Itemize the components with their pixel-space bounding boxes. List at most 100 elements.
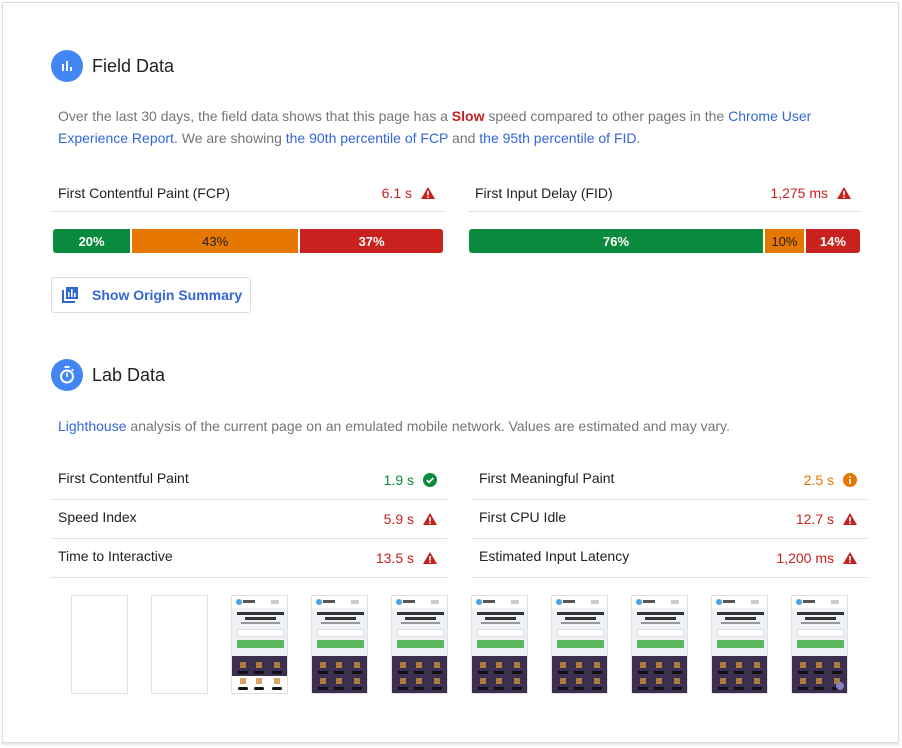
frame-feature-label xyxy=(814,687,824,690)
frame-logo xyxy=(476,599,482,605)
frame-feature-label xyxy=(414,671,424,674)
frame-sub xyxy=(801,622,840,624)
frame-h1b xyxy=(645,617,676,620)
metric-value: 1,200 ms xyxy=(776,550,857,566)
fcp-distribution-bar: 20% 43% 37% xyxy=(53,229,443,253)
frame-cta xyxy=(797,640,844,648)
frame-feature-icon xyxy=(674,662,680,668)
frame-menu xyxy=(271,600,279,604)
frame-feature-label xyxy=(432,671,442,674)
warning-triangle-icon xyxy=(421,187,435,199)
frame-feature-icon xyxy=(480,662,486,668)
metric-label: Time to Interactive xyxy=(58,548,173,564)
frame-menu xyxy=(511,600,519,604)
frame-h1 xyxy=(717,612,764,615)
frame-feature-icon xyxy=(594,678,600,684)
frame-logo-text xyxy=(403,600,415,603)
frame-h1 xyxy=(557,612,604,615)
metric-label: Estimated Input Latency xyxy=(479,548,630,564)
field-data-title: Field Data xyxy=(92,55,175,76)
frame-h1b xyxy=(325,617,356,620)
frame-feature-label xyxy=(574,671,584,674)
metric-value-text: 2.5 s xyxy=(803,472,834,488)
lab-data-description: Lighthouse analysis of the current page … xyxy=(58,415,858,437)
frame-menu xyxy=(591,600,599,604)
warning-triangle-icon xyxy=(423,552,437,564)
desc-text: speed compared to other pages in the xyxy=(484,108,729,124)
frame-sub xyxy=(241,622,280,624)
frame-sub xyxy=(321,622,360,624)
fcp-percentile-link[interactable]: the 90th percentile of FCP xyxy=(286,130,448,146)
warning-triangle-icon xyxy=(843,513,857,525)
lighthouse-link[interactable]: Lighthouse xyxy=(58,418,127,434)
frame-feature-icon xyxy=(514,678,520,684)
frame-h1 xyxy=(237,612,284,615)
frame-cta xyxy=(637,640,684,648)
frame-h1b xyxy=(405,617,436,620)
frame-feature-label xyxy=(592,671,602,674)
frame-feature-icon xyxy=(354,678,360,684)
desc-text: Over the last 30 days, the field data sh… xyxy=(58,108,452,124)
frame-input xyxy=(557,629,604,637)
frame-logo-text xyxy=(723,600,735,603)
lab-metric-tti: Time to Interactive 13.5 s xyxy=(51,539,447,578)
metric-value-text: 1.9 s xyxy=(383,472,414,488)
filmstrip-frame xyxy=(791,595,848,694)
frame-feature-label xyxy=(352,687,362,690)
frame-sub xyxy=(481,622,520,624)
lab-data-title: Lab Data xyxy=(92,364,166,385)
metric-value-text: 12.7 s xyxy=(795,511,834,527)
frame-feature-icon xyxy=(656,662,662,668)
frame-feature-icon xyxy=(594,662,600,668)
frame-logo-text xyxy=(483,600,495,603)
bar-chart-icon xyxy=(51,50,83,82)
frame-logo xyxy=(636,599,642,605)
speed-label: Slow xyxy=(451,108,485,124)
metric-value-text: 5.9 s xyxy=(383,511,414,527)
fid-average-segment: 10% xyxy=(763,229,804,253)
frame-feature-label xyxy=(832,671,842,674)
frame-cta xyxy=(717,640,764,648)
frame-feature-label xyxy=(334,687,344,690)
filmstrip-frame xyxy=(391,595,448,694)
fcp-slow-segment: 37% xyxy=(298,229,443,253)
frame-feature-label xyxy=(654,687,664,690)
frame-h1 xyxy=(397,612,444,615)
field-metric-fcp: First Contentful Paint (FCP) 6.1 s xyxy=(51,175,445,212)
frame-sub xyxy=(401,622,440,624)
fid-percentile-link[interactable]: the 95th percentile of FID xyxy=(479,130,636,146)
frame-feature-label xyxy=(254,671,264,674)
frame-logo xyxy=(396,599,402,605)
metric-value-text: 13.5 s xyxy=(375,550,414,566)
lab-data-header: Lab Data xyxy=(51,359,165,391)
frame-menu xyxy=(751,600,759,604)
frame-feature-icon xyxy=(434,662,440,668)
metric-value: 1,275 ms xyxy=(770,185,851,201)
origin-summary-icon xyxy=(62,287,78,303)
frame-feature-icon xyxy=(816,678,822,684)
metric-value: 2.5 s xyxy=(804,472,857,488)
frame-sub xyxy=(721,622,760,624)
frame-feature-icon xyxy=(496,678,502,684)
frame-feature-label xyxy=(238,671,248,674)
lab-metric-first-cpu-idle: First CPU Idle 12.7 s xyxy=(472,500,867,539)
frame-feature-icon xyxy=(256,662,262,668)
desc-text: . xyxy=(636,130,641,146)
frame-feature-label xyxy=(414,687,424,690)
chat-widget-icon xyxy=(836,682,844,690)
frame-feature-label xyxy=(512,687,522,690)
warning-triangle-icon xyxy=(843,552,857,564)
desc-text: . We are showing xyxy=(173,130,286,146)
frame-feature-label xyxy=(272,687,282,690)
frame-feature-label xyxy=(334,671,344,674)
frame-feature-icon xyxy=(674,678,680,684)
frame-input xyxy=(317,629,364,637)
frame-feature-label xyxy=(752,671,762,674)
metric-value-text: 1,200 ms xyxy=(776,550,834,566)
frame-feature-label xyxy=(512,671,522,674)
frame-feature-icon xyxy=(400,662,406,668)
frame-cta xyxy=(317,640,364,648)
frame-feature-icon xyxy=(320,662,326,668)
frame-feature-icon xyxy=(800,662,806,668)
show-origin-summary-button[interactable]: Show Origin Summary xyxy=(51,277,251,313)
